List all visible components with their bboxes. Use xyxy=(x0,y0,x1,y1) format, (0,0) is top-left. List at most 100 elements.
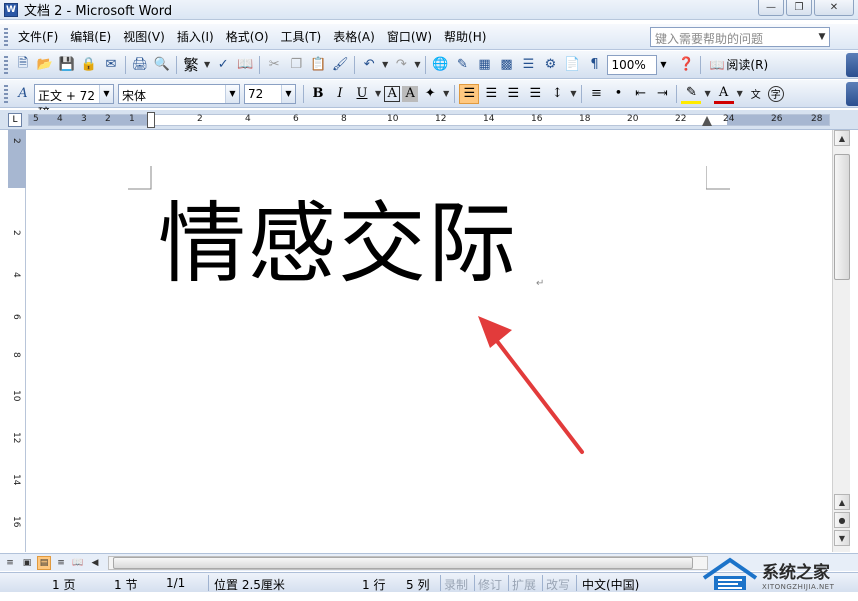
underline-dropdown-icon[interactable]: ▼ xyxy=(375,89,381,98)
open-folder-icon[interactable]: 📂 xyxy=(35,55,55,75)
menu-tools[interactable]: 工具(T) xyxy=(275,26,328,48)
vertical-scroll-thumb[interactable] xyxy=(834,154,850,280)
columns-icon[interactable]: ☰ xyxy=(518,55,538,75)
menu-edit[interactable]: 编辑(E) xyxy=(64,26,117,48)
traditional-dropdown-icon[interactable]: ▼ xyxy=(204,60,210,69)
document-text[interactable]: 情感交际 xyxy=(158,200,518,288)
help-icon[interactable]: ❓ xyxy=(676,55,696,75)
undo-dropdown-icon[interactable]: ▼ xyxy=(382,60,388,69)
status-extend[interactable]: 扩展 xyxy=(512,576,536,593)
status-record[interactable]: 录制 xyxy=(444,576,468,593)
numbering-icon[interactable]: ≡ xyxy=(586,84,606,104)
right-indent-marker[interactable] xyxy=(702,116,712,126)
research-icon[interactable]: 📖 xyxy=(235,55,255,75)
undo-icon[interactable]: ↶ xyxy=(359,55,379,75)
menu-format[interactable]: 格式(O) xyxy=(220,26,275,48)
bold-button[interactable]: B xyxy=(308,84,328,104)
left-indent-marker[interactable] xyxy=(147,112,155,128)
redo-dropdown-icon[interactable]: ▼ xyxy=(414,60,420,69)
enclose-characters-icon[interactable]: 字 xyxy=(767,85,784,102)
status-track-changes[interactable]: 修订 xyxy=(478,576,502,593)
print-layout-icon[interactable]: ▤ xyxy=(37,555,51,570)
align-left-icon[interactable]: ☰ xyxy=(459,83,480,104)
highlight-icon[interactable]: ✎ xyxy=(681,84,702,104)
horizontal-scroll-thumb[interactable] xyxy=(113,557,693,569)
cut-icon[interactable]: ✂ xyxy=(264,55,284,75)
menu-window[interactable]: 窗口(W) xyxy=(381,26,438,48)
word-app-icon[interactable]: W xyxy=(4,2,18,17)
style-dropdown-icon[interactable]: ▼ xyxy=(99,84,113,103)
copy-icon[interactable]: ❐ xyxy=(286,55,306,75)
restore-button[interactable]: ❐ xyxy=(786,0,812,16)
menu-table[interactable]: 表格(A) xyxy=(327,26,381,48)
reading-view-icon[interactable]: 📖 xyxy=(71,556,85,570)
scroll-left-icon[interactable]: ◀ xyxy=(88,556,102,570)
status-overtype[interactable]: 改写 xyxy=(546,576,570,593)
close-button[interactable]: ✕ xyxy=(814,0,854,16)
print-preview-icon[interactable]: 🔍 xyxy=(152,55,172,75)
next-page-icon[interactable]: ▼ xyxy=(834,530,850,546)
help-dropdown-icon[interactable]: ▼ xyxy=(815,28,829,46)
font-color-dropdown-icon[interactable]: ▼ xyxy=(737,89,743,98)
redo-icon[interactable]: ↷ xyxy=(391,55,411,75)
bullets-icon[interactable]: • xyxy=(608,84,628,104)
traditional-chinese-icon[interactable]: 繁 xyxy=(181,55,201,75)
menu-file[interactable]: 文件(F) xyxy=(12,26,64,48)
text-effects-icon[interactable]: ✦ xyxy=(420,84,440,104)
new-document-icon[interactable]: 🗎 xyxy=(13,55,33,75)
browse-object-icon[interactable]: ● xyxy=(834,512,850,528)
read-mode-button[interactable]: 📖 阅读(R) xyxy=(704,55,773,74)
underline-button[interactable]: U xyxy=(352,84,372,104)
highlight-dropdown-icon[interactable]: ▼ xyxy=(704,89,710,98)
menubar-grip[interactable] xyxy=(4,27,8,46)
web-view-icon[interactable]: ▣ xyxy=(20,556,34,570)
minimize-button[interactable]: — xyxy=(758,0,784,16)
line-spacing-dropdown-icon[interactable]: ▼ xyxy=(570,89,576,98)
drawing-icon[interactable]: ⚙ xyxy=(540,55,560,75)
vertical-scrollbar[interactable]: ▲ ▲ ● ▼ xyxy=(832,130,850,552)
phonetic-guide-icon[interactable]: 文 xyxy=(746,84,766,104)
styles-pane-icon[interactable]: A xyxy=(13,84,33,104)
toolbar-options-icon[interactable] xyxy=(846,82,858,106)
insert-excel-icon[interactable]: ▩ xyxy=(496,55,516,75)
document-page[interactable]: 情感交际 ↵ xyxy=(30,130,828,552)
tables-borders-icon[interactable]: ✎ xyxy=(452,55,472,75)
menu-insert[interactable]: 插入(I) xyxy=(171,26,220,48)
style-select[interactable]: 正文 + 72 磅 ▼ xyxy=(34,83,114,120)
scroll-up-icon[interactable]: ▲ xyxy=(834,130,850,146)
help-search-input[interactable]: 键入需要帮助的问题 ▼ xyxy=(650,27,830,47)
paste-icon[interactable]: 📋 xyxy=(308,55,328,75)
document-map-icon[interactable]: 📄 xyxy=(562,55,582,75)
align-center-icon[interactable]: ☰ xyxy=(481,84,501,104)
font-size-dropdown-icon[interactable]: ▼ xyxy=(281,84,295,103)
format-painter-icon[interactable]: 🖌 xyxy=(330,55,350,75)
normal-view-icon[interactable]: ≡ xyxy=(3,556,17,570)
font-color-icon[interactable]: A xyxy=(713,84,734,104)
tab-selector[interactable]: L xyxy=(8,113,22,127)
vertical-ruler[interactable]: 2 2 4 6 8 10 12 14 16 xyxy=(8,130,26,552)
toolbar-grip[interactable] xyxy=(4,84,8,103)
menu-view[interactable]: 视图(V) xyxy=(117,26,171,48)
email-icon[interactable]: ✉ xyxy=(101,55,121,75)
menu-help[interactable]: 帮助(H) xyxy=(438,26,492,48)
zoom-select[interactable]: 100% ▼ xyxy=(607,54,667,75)
previous-page-icon[interactable]: ▲ xyxy=(834,494,850,510)
spelling-icon[interactable]: ✓ xyxy=(213,55,233,75)
character-shading-icon[interactable]: A xyxy=(402,85,419,102)
line-spacing-icon[interactable]: ↕ xyxy=(547,84,567,104)
text-effects-dropdown-icon[interactable]: ▼ xyxy=(443,89,449,98)
outline-view-icon[interactable]: ≡ xyxy=(54,556,68,570)
save-icon[interactable]: 💾 xyxy=(57,55,77,75)
show-hide-icon[interactable]: ¶ xyxy=(584,55,604,75)
justify-icon[interactable]: ☰ xyxy=(525,84,545,104)
print-icon[interactable]: 🖨 xyxy=(130,55,150,75)
permission-icon[interactable]: 🔒 xyxy=(79,55,99,75)
zoom-dropdown-icon[interactable]: ▼ xyxy=(656,56,670,74)
toolbar-grip[interactable] xyxy=(4,55,8,74)
horizontal-scrollbar[interactable] xyxy=(108,556,708,570)
align-right-icon[interactable]: ☰ xyxy=(503,84,523,104)
italic-button[interactable]: I xyxy=(330,84,350,104)
decrease-indent-icon[interactable]: ⇤ xyxy=(630,84,650,104)
insert-table-icon[interactable]: ▦ xyxy=(474,55,494,75)
toolbar-options-icon[interactable] xyxy=(846,53,858,77)
